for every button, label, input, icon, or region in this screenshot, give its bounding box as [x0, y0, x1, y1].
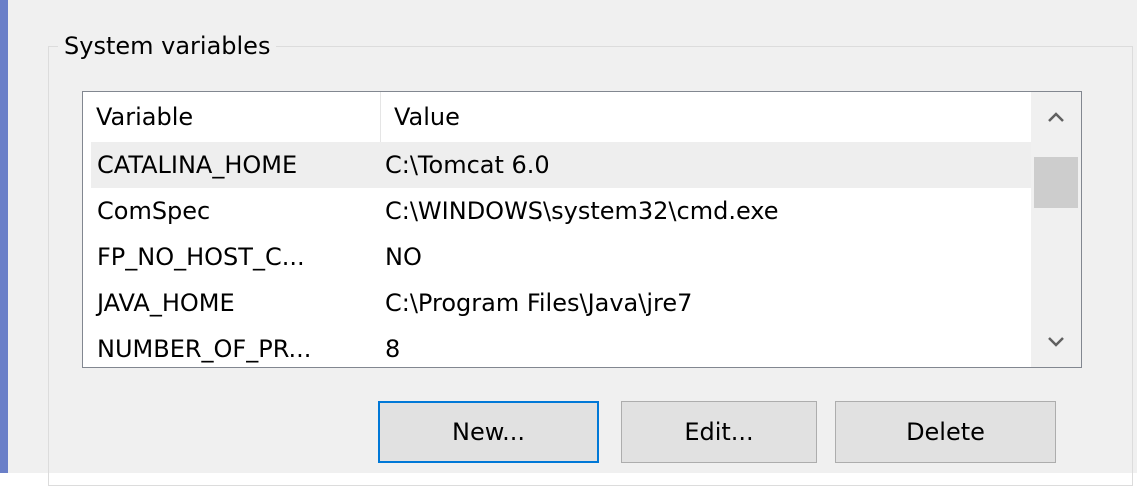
scroll-up-button[interactable]: [1031, 92, 1081, 142]
variable-value-cell: C:\WINDOWS\system32\cmd.exe: [385, 197, 779, 225]
variable-name-cell: ComSpec: [97, 197, 211, 225]
list-rows: CATALINA_HOME C:\Tomcat 6.0 ComSpec C:\W…: [83, 142, 1031, 367]
table-row[interactable]: FP_NO_HOST_C... NO: [83, 234, 1031, 280]
column-header-value[interactable]: Value: [381, 92, 1031, 142]
variable-name-cell: JAVA_HOME: [97, 289, 235, 317]
edit-button[interactable]: Edit...: [621, 401, 817, 463]
table-row[interactable]: CATALINA_HOME C:\Tomcat 6.0: [91, 142, 1031, 188]
column-header-variable[interactable]: Variable: [83, 92, 381, 142]
scroll-down-button[interactable]: [1031, 317, 1081, 367]
system-variables-list[interactable]: Variable Value CATALINA_HOME C:\Tomcat 6…: [82, 91, 1082, 368]
table-row[interactable]: ComSpec C:\WINDOWS\system32\cmd.exe: [83, 188, 1031, 234]
delete-button[interactable]: Delete: [835, 401, 1056, 463]
chevron-up-icon: [1048, 112, 1064, 122]
window-edge-accent: [0, 0, 8, 473]
variable-value-cell: NO: [385, 243, 422, 271]
variable-name-cell: NUMBER_OF_PR...: [97, 335, 312, 363]
new-button[interactable]: New...: [378, 401, 599, 463]
list-header: Variable Value: [83, 92, 1031, 142]
variable-name-cell: CATALINA_HOME: [97, 151, 298, 179]
group-title: System variables: [58, 30, 277, 62]
variable-value-cell: C:\Program Files\Java\jre7: [385, 289, 693, 317]
chevron-down-icon: [1048, 337, 1064, 347]
vertical-scrollbar[interactable]: [1031, 92, 1081, 367]
variable-value-cell: 8: [385, 335, 401, 363]
table-row[interactable]: JAVA_HOME C:\Program Files\Java\jre7: [83, 280, 1031, 326]
variable-value-cell: C:\Tomcat 6.0: [385, 151, 550, 179]
variable-name-cell: FP_NO_HOST_C...: [97, 243, 305, 271]
table-row[interactable]: NUMBER_OF_PR... 8: [83, 326, 1031, 367]
scroll-thumb[interactable]: [1034, 157, 1078, 208]
